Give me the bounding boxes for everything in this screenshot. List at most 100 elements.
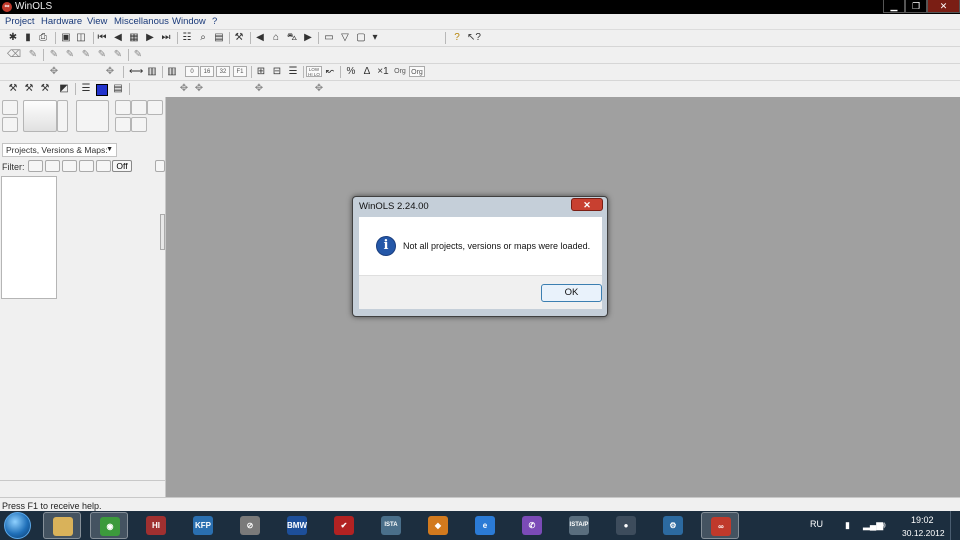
marker-x-icon[interactable]: ✎ [80,49,92,61]
tool-b-icon[interactable]: ⚒ [23,83,35,95]
menu-view[interactable]: View [87,16,107,27]
context-help-icon[interactable]: ↖? [467,32,481,44]
dialog-close-button[interactable]: ✕ [571,198,603,211]
menu-hardware[interactable]: Hardware [41,16,82,27]
tray-app-icon[interactable]: ▮ [845,520,850,531]
app-9[interactable]: ◆ [419,512,457,539]
chevron-down-icon[interactable]: ▼ [106,144,113,156]
next-icon[interactable]: ▶ [144,32,156,44]
columns-icon[interactable]: ▥ [146,66,158,78]
ie-app[interactable]: e [466,512,504,539]
move-icon[interactable]: ✥ [193,83,205,95]
home-icon[interactable]: ⌂ [270,32,282,44]
forward-icon[interactable]: ▶ [302,32,314,44]
filter-button[interactable] [79,160,94,172]
filter-button[interactable] [96,160,111,172]
decimal-icon[interactable]: ⊟ [271,66,283,78]
view-box-icon[interactable]: ▽ [339,32,351,44]
chrome-app[interactable]: ◉ [90,512,128,539]
first-icon[interactable]: ⏮ [96,32,108,44]
table-icon[interactable]: ▤ [213,32,225,44]
lohi-icon[interactable]: LOW HI LO [306,66,322,77]
winols-logo-icon[interactable]: ∞ [2,2,12,12]
width-icon[interactable]: ⟷ [129,66,143,78]
panel-button[interactable] [131,117,147,132]
winols-app[interactable]: ∞ [701,512,739,539]
filter-button[interactable] [45,160,60,172]
marker-icon[interactable]: ✎ [27,49,39,61]
marker-check-icon[interactable]: ✎ [96,49,108,61]
bits-32-icon[interactable]: 32 [216,66,230,77]
panel-splitter[interactable] [160,214,165,250]
panel-button[interactable] [115,100,131,115]
search-doc-icon[interactable]: ⌕ [197,32,209,44]
delta-icon[interactable]: Δ [361,66,373,78]
dropdown-icon[interactable]: ▾ [369,32,381,44]
text-box-icon[interactable]: ▭ [323,32,335,44]
maximize-button[interactable]: ❐ [905,0,927,13]
factor-icon[interactable]: ×1 [377,66,389,78]
marker-minus-icon[interactable]: ✎ [64,49,76,61]
format-icon[interactable]: ▢ [355,32,367,44]
rows-icon[interactable]: ☰ [287,66,299,78]
move-icon[interactable]: ✥ [178,83,190,95]
tree-icon[interactable]: ☷ [181,32,193,44]
signed-icon[interactable]: ⊞ [255,66,267,78]
filter-button[interactable] [155,160,165,172]
show-desktop-button[interactable] [950,511,960,540]
bmw-app[interactable]: BMW [278,512,316,539]
panel-button[interactable] [147,100,163,115]
layout-icon[interactable]: ▤ [112,83,124,95]
move-icon[interactable]: ✥ [104,66,116,78]
istap-app[interactable]: ISTA/P [560,512,598,539]
panel-button[interactable] [115,117,131,132]
new-icon[interactable]: ✱ [7,32,19,44]
app-14[interactable]: ⚙ [654,512,692,539]
start-button[interactable] [4,512,31,539]
menu-help[interactable]: ? [212,16,217,27]
panel-button[interactable] [2,100,18,115]
window-split-icon[interactable]: ◫ [75,32,87,44]
swap-icon[interactable]: ↜ [324,66,336,78]
window-icon[interactable]: ▣ [60,32,72,44]
app-5[interactable]: ⊘ [231,512,269,539]
marker-plus-icon[interactable]: ✎ [48,49,60,61]
marker-search-icon[interactable]: ✎ [132,49,144,61]
original-icon[interactable]: Org [392,66,408,77]
marker-question-icon[interactable]: ✎ [112,49,124,61]
filter-off-button[interactable]: Off [112,160,132,172]
percent-icon[interactable]: % [345,66,357,78]
tools-icon[interactable]: ⚒ [233,32,245,44]
tool-a-icon[interactable]: ⚒ [7,83,19,95]
car-icon[interactable]: ⛍ [286,32,298,44]
original-diff-icon[interactable]: Org [409,66,425,77]
filter-button[interactable] [28,160,43,172]
color-icon[interactable] [96,84,108,96]
float-icon[interactable]: F1 [233,66,247,77]
language-indicator[interactable]: RU [810,519,823,529]
app-7[interactable]: ✔ [325,512,363,539]
last-icon[interactable]: ⏭ [160,32,172,44]
hex-icon[interactable]: ▥ [166,66,178,78]
panel-button[interactable] [131,100,147,115]
panel-large-button[interactable] [23,100,57,132]
print-icon[interactable]: ⎙ [37,32,49,44]
viber-app[interactable]: ✆ [513,512,551,539]
prev-icon[interactable]: ◀ [112,32,124,44]
menu-miscellanous[interactable]: Miscellanous [114,16,169,27]
lock-icon[interactable]: ▮ [22,32,34,44]
panel-large-button[interactable] [76,100,109,132]
help-icon[interactable]: ? [451,32,463,44]
bits-0-icon[interactable]: 0 [185,66,199,77]
project-list[interactable] [1,176,57,299]
menu-window[interactable]: Window [172,16,206,27]
filter-button[interactable] [62,160,77,172]
back-icon[interactable]: ◀ [254,32,266,44]
view-select[interactable]: Projects, Versions & Maps: ▼ [2,143,117,157]
minimize-button[interactable]: ▁ [883,0,905,13]
panel-button[interactable] [2,117,18,132]
move-icon[interactable]: ✥ [313,83,325,95]
tool-c-icon[interactable]: ⚒ [39,83,51,95]
volume-icon[interactable]: 🔊︎ [880,520,886,531]
panel-button[interactable] [57,100,68,132]
